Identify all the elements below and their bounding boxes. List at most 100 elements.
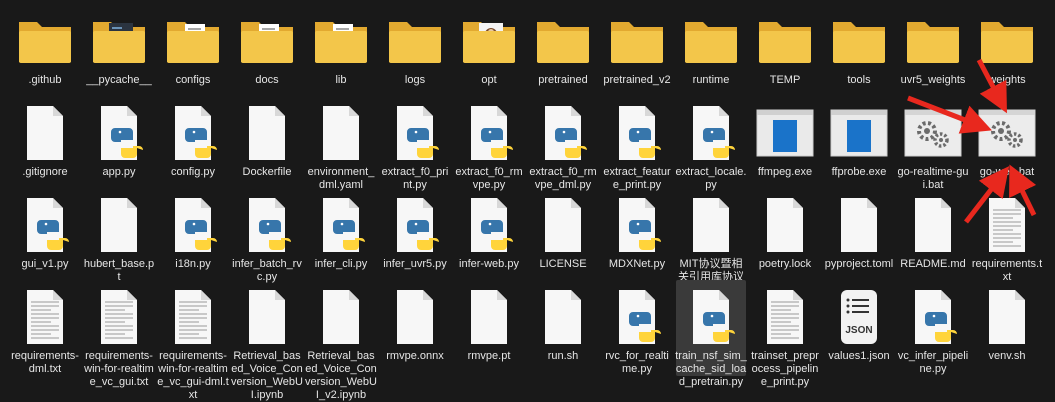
folder-item[interactable]: pretrained [528,4,598,100]
folder-item[interactable]: docs [232,4,302,100]
folder-item[interactable]: runtime [676,4,746,100]
file-item[interactable]: MDXNet.py [602,188,672,284]
folder-item[interactable]: .github [10,4,80,100]
file-name-label: infer_uvr5.py [383,258,447,270]
file-item[interactable]: LICENSE [528,188,598,284]
folder-item[interactable]: logs [380,4,450,100]
exe-file-icon [755,104,815,162]
text-file-icon [755,288,815,346]
file-item[interactable]: extract_feature_print.py [602,96,672,192]
file-item[interactable]: requirements-dml.txt [10,280,80,376]
file-item[interactable]: go-web.bat [972,96,1042,192]
file-item[interactable]: ffmpeg.exe [750,96,820,192]
folder-item[interactable]: lib [306,4,376,100]
folder-item[interactable]: weights [972,4,1042,100]
file-name-label: requirements-win-for-realtime_vc_gui.txt [84,350,154,388]
file-item[interactable]: ffprobe.exe [824,96,894,192]
python-file-icon [237,196,297,254]
file-name-label: pretrained_v2 [603,74,671,86]
file-item[interactable]: pyproject.toml [824,188,894,284]
file-item[interactable]: go-realtime-gui.bat [898,96,968,192]
file-name-label: ffmpeg.exe [757,166,813,178]
python-file-icon [15,196,75,254]
file-name-label: vc_infer_pipeline.py [897,350,969,375]
file-item[interactable]: app.py [84,96,154,192]
folder-icon [977,12,1037,70]
file-name-label: infer-web.py [459,258,519,270]
file-item[interactable]: rmvpe.onnx [380,280,450,376]
file-name-label: uvr5_weights [900,74,966,86]
file-name-label: Dockerfile [242,166,292,178]
file-name-label: runtime [692,74,730,86]
file-icon [311,104,371,162]
file-item[interactable]: infer-web.py [454,188,524,284]
python-file-icon [681,104,741,162]
file-item[interactable]: poetry.lock [750,188,820,284]
folder-icon [755,12,815,70]
file-name-label: i18n.py [175,258,211,270]
folder-icon [385,12,445,70]
file-item[interactable]: gui_v1.py [10,188,80,284]
python-file-icon [903,288,963,346]
text-file-icon [977,196,1037,254]
file-item[interactable]: config.py [158,96,228,192]
file-item[interactable]: hubert_base.pt [84,188,154,284]
file-icon [237,104,297,162]
file-item[interactable]: requirements-win-for-realtime_vc_gui.txt [84,280,154,388]
folder-item[interactable]: configs [158,4,228,100]
file-name-label: logs [404,74,426,86]
file-item[interactable]: venv.sh [972,280,1042,376]
svg-text:JSON: JSON [845,325,872,336]
folder-item[interactable]: __pycache__ [84,4,154,100]
file-item[interactable]: environment_dml.yaml [306,96,376,192]
text-file-icon [15,288,75,346]
file-name-label: rmvpe.pt [467,350,511,362]
folder-item[interactable]: opt [454,4,524,100]
file-item[interactable]: train_nsf_sim_cache_sid_load_pretrain.py [675,280,747,388]
file-item[interactable]: extract_f0_rmvpe.py [454,96,524,192]
folder-item[interactable]: TEMP [750,4,820,100]
file-item[interactable]: extract_locale.py [676,96,746,192]
python-file-icon [163,196,223,254]
file-name-label: pretrained [538,74,588,86]
file-item[interactable]: requirements.txt [972,188,1042,284]
file-item[interactable]: extract_f0_rmvpe_dml.py [528,96,598,192]
file-item[interactable]: run.sh [528,280,598,376]
file-item[interactable]: infer_uvr5.py [380,188,450,284]
file-item[interactable]: Retrieval_based_Voice_Conversion_WebUI.i… [231,280,303,401]
folder-icon [533,12,593,70]
file-name-label: poetry.lock [758,258,812,270]
folder-item[interactable]: pretrained_v2 [602,4,672,100]
file-name-label: Retrieval_based_Voice_Conversion_WebUI.i… [231,350,303,401]
file-name-label: trainset_preprocess_pipeline_print.py [751,350,819,388]
folder-item[interactable]: uvr5_weights [898,4,968,100]
file-item[interactable]: requirements-win-for-realtime_vc_gui-dml… [157,280,229,401]
python-file-icon [459,104,519,162]
file-item[interactable]: README.md [898,188,968,284]
file-name-label: config.py [170,166,216,178]
file-name-label: TEMP [769,74,801,86]
file-name-label: ffprobe.exe [831,166,887,178]
file-item[interactable]: MIT协议暨相关引用库协议 [676,188,746,284]
file-item[interactable]: vc_infer_pipeline.py [898,280,968,376]
file-item[interactable]: .gitignore [10,96,80,192]
file-item[interactable]: JSON values1.json [824,280,894,376]
file-item[interactable]: Retrieval_based_Voice_Conversion_WebUI_v… [305,280,377,401]
file-item[interactable]: extract_f0_print.py [380,96,450,192]
file-name-label: run.sh [547,350,579,362]
file-item[interactable]: i18n.py [158,188,228,284]
file-item[interactable]: infer_batch_rvc.py [232,188,302,284]
file-icon [89,196,149,254]
python-file-icon [385,104,445,162]
folder-item[interactable]: tools [824,4,894,100]
file-name-label: MDXNet.py [608,258,666,270]
file-item[interactable]: trainset_preprocess_pipeline_print.py [750,280,820,388]
file-item[interactable]: rvc_for_realtime.py [602,280,672,376]
batch-file-icon [903,104,963,162]
file-item[interactable]: infer_cli.py [306,188,376,284]
file-name-label: app.py [102,166,136,178]
python-file-icon [607,104,667,162]
file-name-label: gui_v1.py [21,258,69,270]
file-item[interactable]: rmvpe.pt [454,280,524,376]
file-item[interactable]: Dockerfile [232,96,302,192]
